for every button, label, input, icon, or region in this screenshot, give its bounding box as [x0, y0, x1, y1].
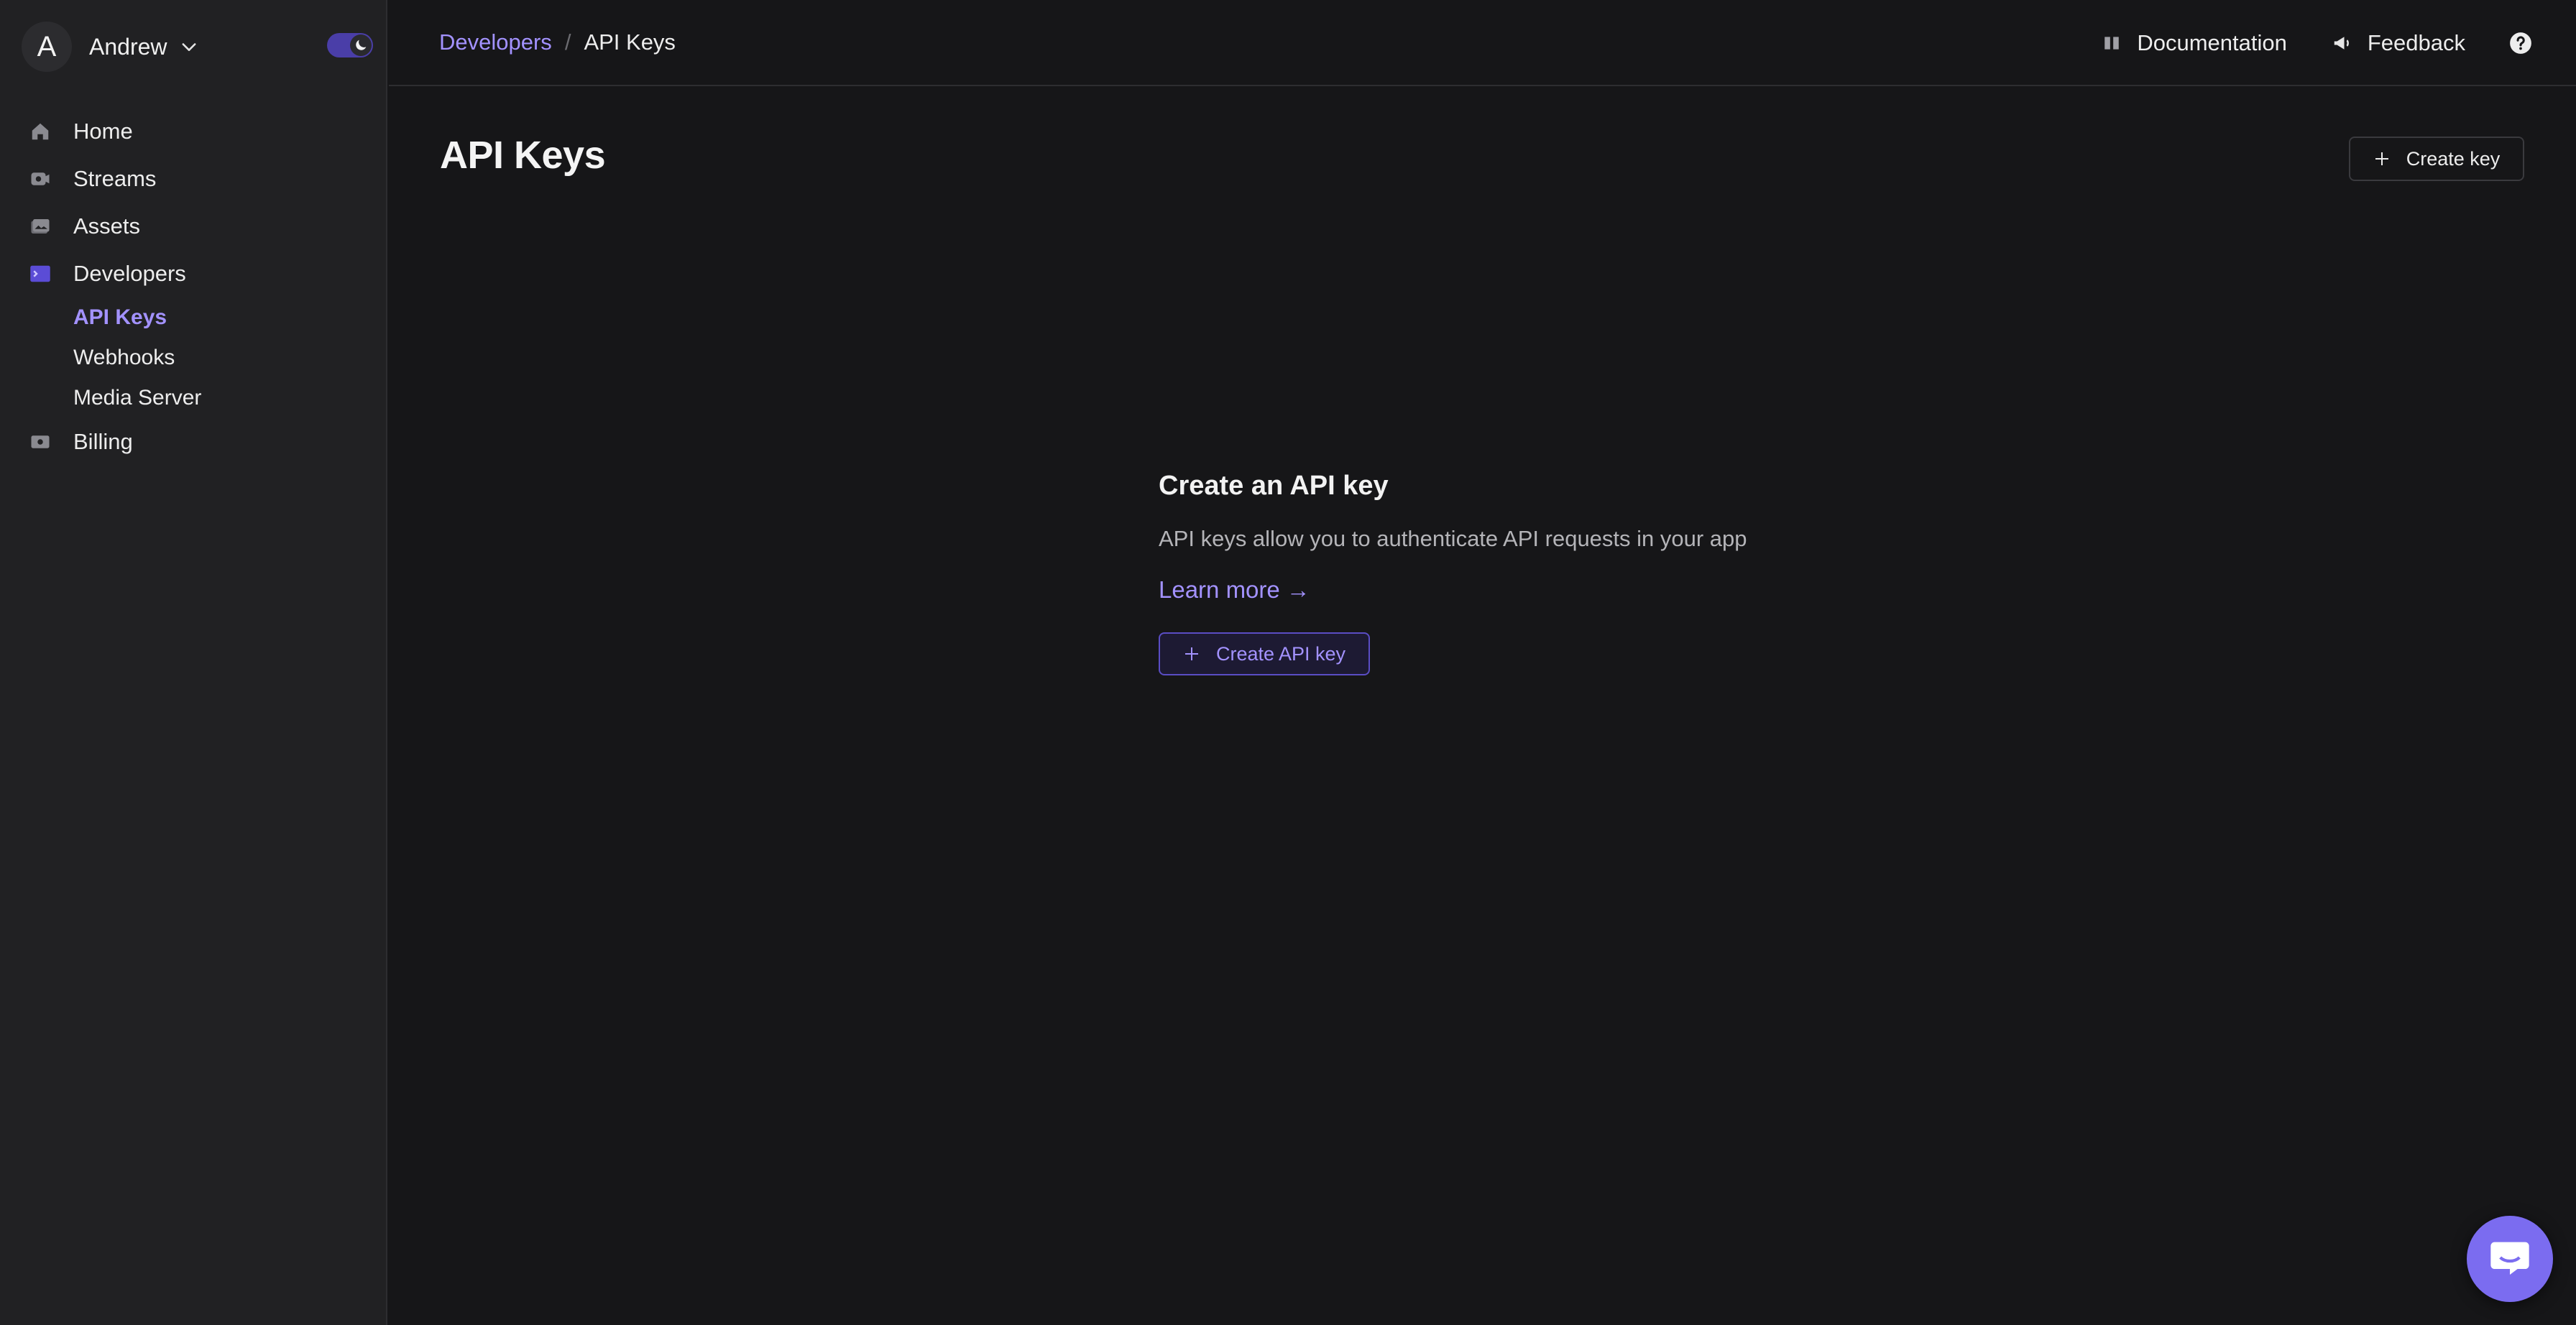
empty-state-description: API keys allow you to authenticate API r… [1159, 526, 1747, 551]
feedback-link[interactable]: Feedback [2330, 30, 2465, 56]
plus-icon [1183, 645, 1200, 662]
sidebar: A Andrew Home Streams Assets Developers … [0, 0, 387, 1325]
chat-bubble-icon [2487, 1234, 2533, 1284]
sidebar-item-label: Developers [73, 261, 186, 286]
sidebar-item-label: Streams [73, 166, 157, 191]
sidebar-item-billing[interactable]: Billing [0, 418, 386, 466]
theme-toggle[interactable] [327, 33, 373, 57]
avatar: A [22, 22, 72, 72]
streams-icon [29, 167, 52, 190]
sidebar-item-label: Billing [73, 429, 133, 454]
app-window: A Andrew Home Streams Assets Developers … [0, 0, 2576, 1325]
plus-icon [2373, 150, 2391, 167]
feedback-label: Feedback [2367, 30, 2465, 55]
sidebar-item-label: Assets [73, 213, 141, 239]
sidebar-item-developers[interactable]: Developers [0, 250, 386, 297]
documentation-label: Documentation [2137, 30, 2287, 55]
create-key-label: Create key [2406, 147, 2501, 170]
sidebar-item-streams[interactable]: Streams [0, 155, 386, 203]
empty-state-title: Create an API key [1159, 471, 1389, 501]
chevron-down-icon [179, 37, 199, 57]
breadcrumb-developers-link[interactable]: Developers [439, 29, 552, 55]
create-api-key-label: Create API key [1215, 642, 1346, 665]
breadcrumb-separator: / [564, 29, 571, 55]
megaphone-icon [2330, 31, 2355, 55]
billing-icon [29, 430, 52, 453]
sidebar-subitem-api-keys[interactable]: API Keys [0, 297, 386, 338]
page-title: API Keys [440, 134, 606, 177]
sidebar-subitem-webhooks[interactable]: Webhooks [0, 338, 386, 378]
sidebar-item-home[interactable]: Home [0, 108, 386, 155]
account-switcher[interactable]: A Andrew [22, 22, 199, 72]
book-icon [2099, 31, 2124, 55]
chat-support-button[interactable] [2467, 1216, 2553, 1302]
sidebar-nav: Home Streams Assets Developers API Keys … [0, 108, 386, 466]
learn-more-link[interactable]: Learn more → [1159, 576, 1310, 604]
home-icon [29, 120, 52, 143]
sidebar-item-label: Home [73, 119, 133, 144]
account-name: Andrew [89, 33, 167, 60]
moon-icon [350, 34, 372, 56]
documentation-link[interactable]: Documentation [2099, 30, 2287, 56]
create-api-key-button[interactable]: Create API key [1159, 632, 1370, 675]
top-actions: Documentation Feedback [2056, 0, 2533, 86]
sidebar-item-assets[interactable]: Assets [0, 203, 386, 250]
help-button[interactable] [2508, 31, 2533, 55]
top-bar: Developers / API Keys Documentation Feed… [389, 0, 2576, 86]
terminal-icon [29, 262, 52, 285]
assets-icon [29, 215, 52, 238]
breadcrumb-current: API Keys [584, 29, 676, 55]
create-key-button[interactable]: Create key [2349, 137, 2524, 181]
breadcrumb: Developers / API Keys [439, 29, 676, 55]
question-circle-icon [2508, 31, 2533, 55]
sidebar-subitem-media-server[interactable]: Media Server [0, 378, 386, 418]
empty-state: Create an API key API keys allow you to … [1159, 471, 1877, 675]
